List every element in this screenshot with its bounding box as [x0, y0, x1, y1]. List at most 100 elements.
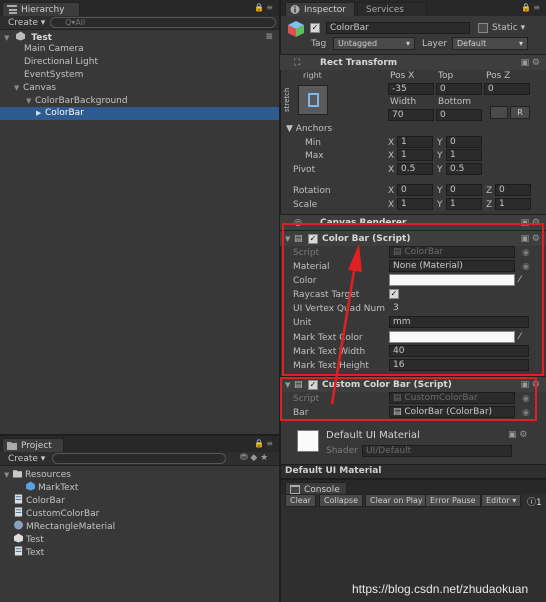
collapse-button[interactable]: Collapse: [319, 494, 363, 507]
layer-dropdown[interactable]: Default ▾: [452, 37, 528, 50]
hierarchy-item-selected[interactable]: ▶ ColorBar: [0, 107, 279, 120]
material-name: Default UI Material: [326, 430, 420, 441]
anchor-max-y-input[interactable]: 1: [446, 149, 482, 161]
rotation-z-input[interactable]: 0: [495, 184, 531, 196]
color-bar-header[interactable]: ▼ ▤ ✓ Color Bar (Script) ▣ ⚙: [280, 230, 546, 246]
color-bar-enabled-checkbox[interactable]: ✓: [308, 234, 318, 244]
scale-label: Scale: [293, 200, 318, 210]
scale-y-input[interactable]: 1: [446, 198, 482, 210]
static-checkbox[interactable]: [478, 23, 488, 33]
rotation-label: Rotation: [293, 186, 331, 196]
editor-dropdown[interactable]: Editor ▾: [481, 494, 522, 507]
blueprint-mode-button[interactable]: [490, 106, 508, 119]
panel-menu-icon[interactable]: 🔒≡: [254, 3, 275, 12]
component-icons[interactable]: ▣ ⚙: [521, 55, 540, 71]
target-icon[interactable]: ◉: [522, 408, 530, 418]
component-icons[interactable]: ▣ ⚙: [521, 377, 540, 393]
filter-icon[interactable]: ⛃ ◆ ★: [240, 453, 268, 463]
canvas-renderer-header[interactable]: ◎ Canvas Renderer ▣ ⚙: [280, 214, 546, 230]
raycast-target-label: Raycast Target: [293, 290, 360, 300]
expand-arrow-icon[interactable]: ▼: [14, 82, 23, 95]
pivot-x-input[interactable]: 0.5: [397, 163, 433, 175]
component-icons[interactable]: ▣ ⚙: [521, 231, 540, 247]
project-item[interactable]: ▼ Resources: [0, 468, 279, 481]
width-input[interactable]: 70: [388, 109, 434, 121]
expand-arrow-icon[interactable]: ▶: [36, 107, 45, 120]
shader-dropdown[interactable]: UI/Default: [362, 445, 512, 457]
hierarchy-item-label: Canvas: [23, 83, 57, 93]
clear-button[interactable]: Clear: [285, 494, 316, 507]
quad-num-input[interactable]: 3: [389, 302, 529, 314]
anchor-max-x-input[interactable]: 1: [397, 149, 433, 161]
object-name-input[interactable]: ColorBar: [326, 22, 470, 34]
tab-project[interactable]: Project: [2, 438, 64, 452]
component-icons[interactable]: ▣ ⚙: [508, 430, 527, 440]
project-item[interactable]: ColorBar: [0, 494, 279, 507]
error-pause-button[interactable]: Error Pause: [425, 494, 481, 507]
scale-x-label: X: [388, 200, 395, 210]
scale-x-input[interactable]: 1: [397, 198, 433, 210]
hierarchy-item-label: ColorBar: [45, 108, 84, 118]
hierarchy-item[interactable]: Directional Light: [0, 56, 279, 69]
pos-z-input[interactable]: 0: [484, 83, 530, 95]
custom-color-bar-title: Custom Color Bar (Script): [322, 380, 452, 390]
anchor-presets-button[interactable]: [298, 85, 328, 115]
tab-console[interactable]: Console: [285, 482, 347, 495]
project-item[interactable]: CustomColorBar: [0, 507, 279, 520]
create-dropdown[interactable]: Create ▾: [4, 453, 49, 465]
bottom-input[interactable]: 0: [436, 109, 482, 121]
project-item[interactable]: Test: [0, 533, 279, 546]
script-field: ▤ CustomColorBar: [389, 392, 515, 404]
project-search-input[interactable]: [52, 453, 226, 464]
active-checkbox[interactable]: ✓: [310, 23, 320, 33]
tab-inspector[interactable]: Inspector: [285, 2, 355, 16]
pivot-y-input[interactable]: 0.5: [446, 163, 482, 175]
hierarchy-search-input[interactable]: Q▾All: [50, 17, 276, 28]
chevron-down-icon: ▼: [286, 124, 293, 134]
mark-text-height-input[interactable]: 16: [389, 359, 529, 371]
raycast-target-checkbox[interactable]: ✓: [389, 289, 399, 299]
tab-services[interactable]: Services: [357, 2, 427, 16]
min-x-label: X: [388, 138, 395, 148]
info-count-icon[interactable]: ⓘ1: [527, 495, 542, 508]
component-icons[interactable]: ▣ ⚙: [521, 215, 540, 231]
anchor-min-y-input[interactable]: 0: [446, 136, 482, 148]
pos-z-label: Pos Z: [486, 71, 511, 81]
anchors-foldout[interactable]: ▼ Anchors: [286, 124, 332, 134]
static-dropdown[interactable]: Static ▾: [492, 23, 525, 33]
material-field[interactable]: None (Material): [389, 260, 515, 272]
color-swatch[interactable]: [389, 274, 515, 286]
hierarchy-item[interactable]: EventSystem: [0, 69, 279, 82]
hierarchy-item[interactable]: ▼ Canvas: [0, 82, 279, 95]
bar-field[interactable]: ▤ ColorBar (ColorBar): [389, 406, 515, 418]
pos-x-input[interactable]: -35: [388, 83, 434, 95]
rot-x-label: X: [388, 186, 395, 196]
tab-hierarchy[interactable]: Hierarchy: [2, 2, 80, 16]
custom-color-bar-header[interactable]: ▼ ▤ ✓ Custom Color Bar (Script) ▣ ⚙: [280, 376, 546, 392]
panel-menu-icon[interactable]: 🔒≡: [254, 439, 275, 448]
project-item[interactable]: MRectangleMaterial: [0, 520, 279, 533]
raw-edit-button[interactable]: R: [510, 106, 530, 119]
clear-on-play-button[interactable]: Clear on Play: [365, 494, 428, 507]
create-dropdown[interactable]: Create ▾: [4, 17, 49, 29]
unit-input[interactable]: mm: [389, 316, 529, 328]
custom-color-bar-enabled-checkbox[interactable]: ✓: [308, 380, 318, 390]
scale-z-input[interactable]: 1: [495, 198, 531, 210]
eyedropper-icon[interactable]: ⁄: [519, 275, 521, 285]
mark-text-width-input[interactable]: 40: [389, 345, 529, 357]
script-file-icon: [14, 507, 23, 517]
preview-bar[interactable]: Default UI Material: [281, 464, 546, 478]
top-input[interactable]: 0: [436, 83, 482, 95]
rect-transform-header[interactable]: ⛶ Rect Transform ▣ ⚙: [280, 54, 546, 70]
rotation-x-input[interactable]: 0: [397, 184, 433, 196]
panel-menu-icon[interactable]: 🔒≡: [521, 3, 542, 12]
rotation-y-input[interactable]: 0: [446, 184, 482, 196]
mark-text-color-swatch[interactable]: [389, 331, 515, 343]
tag-dropdown[interactable]: Untagged ▾: [333, 37, 415, 50]
project-item[interactable]: MarkText: [0, 481, 279, 494]
target-icon[interactable]: ◉: [522, 262, 530, 272]
project-item[interactable]: Text: [0, 546, 279, 559]
hierarchy-item[interactable]: Main Camera: [0, 43, 279, 56]
anchor-min-x-input[interactable]: 1: [397, 136, 433, 148]
eyedropper-icon[interactable]: ⁄: [519, 332, 521, 342]
